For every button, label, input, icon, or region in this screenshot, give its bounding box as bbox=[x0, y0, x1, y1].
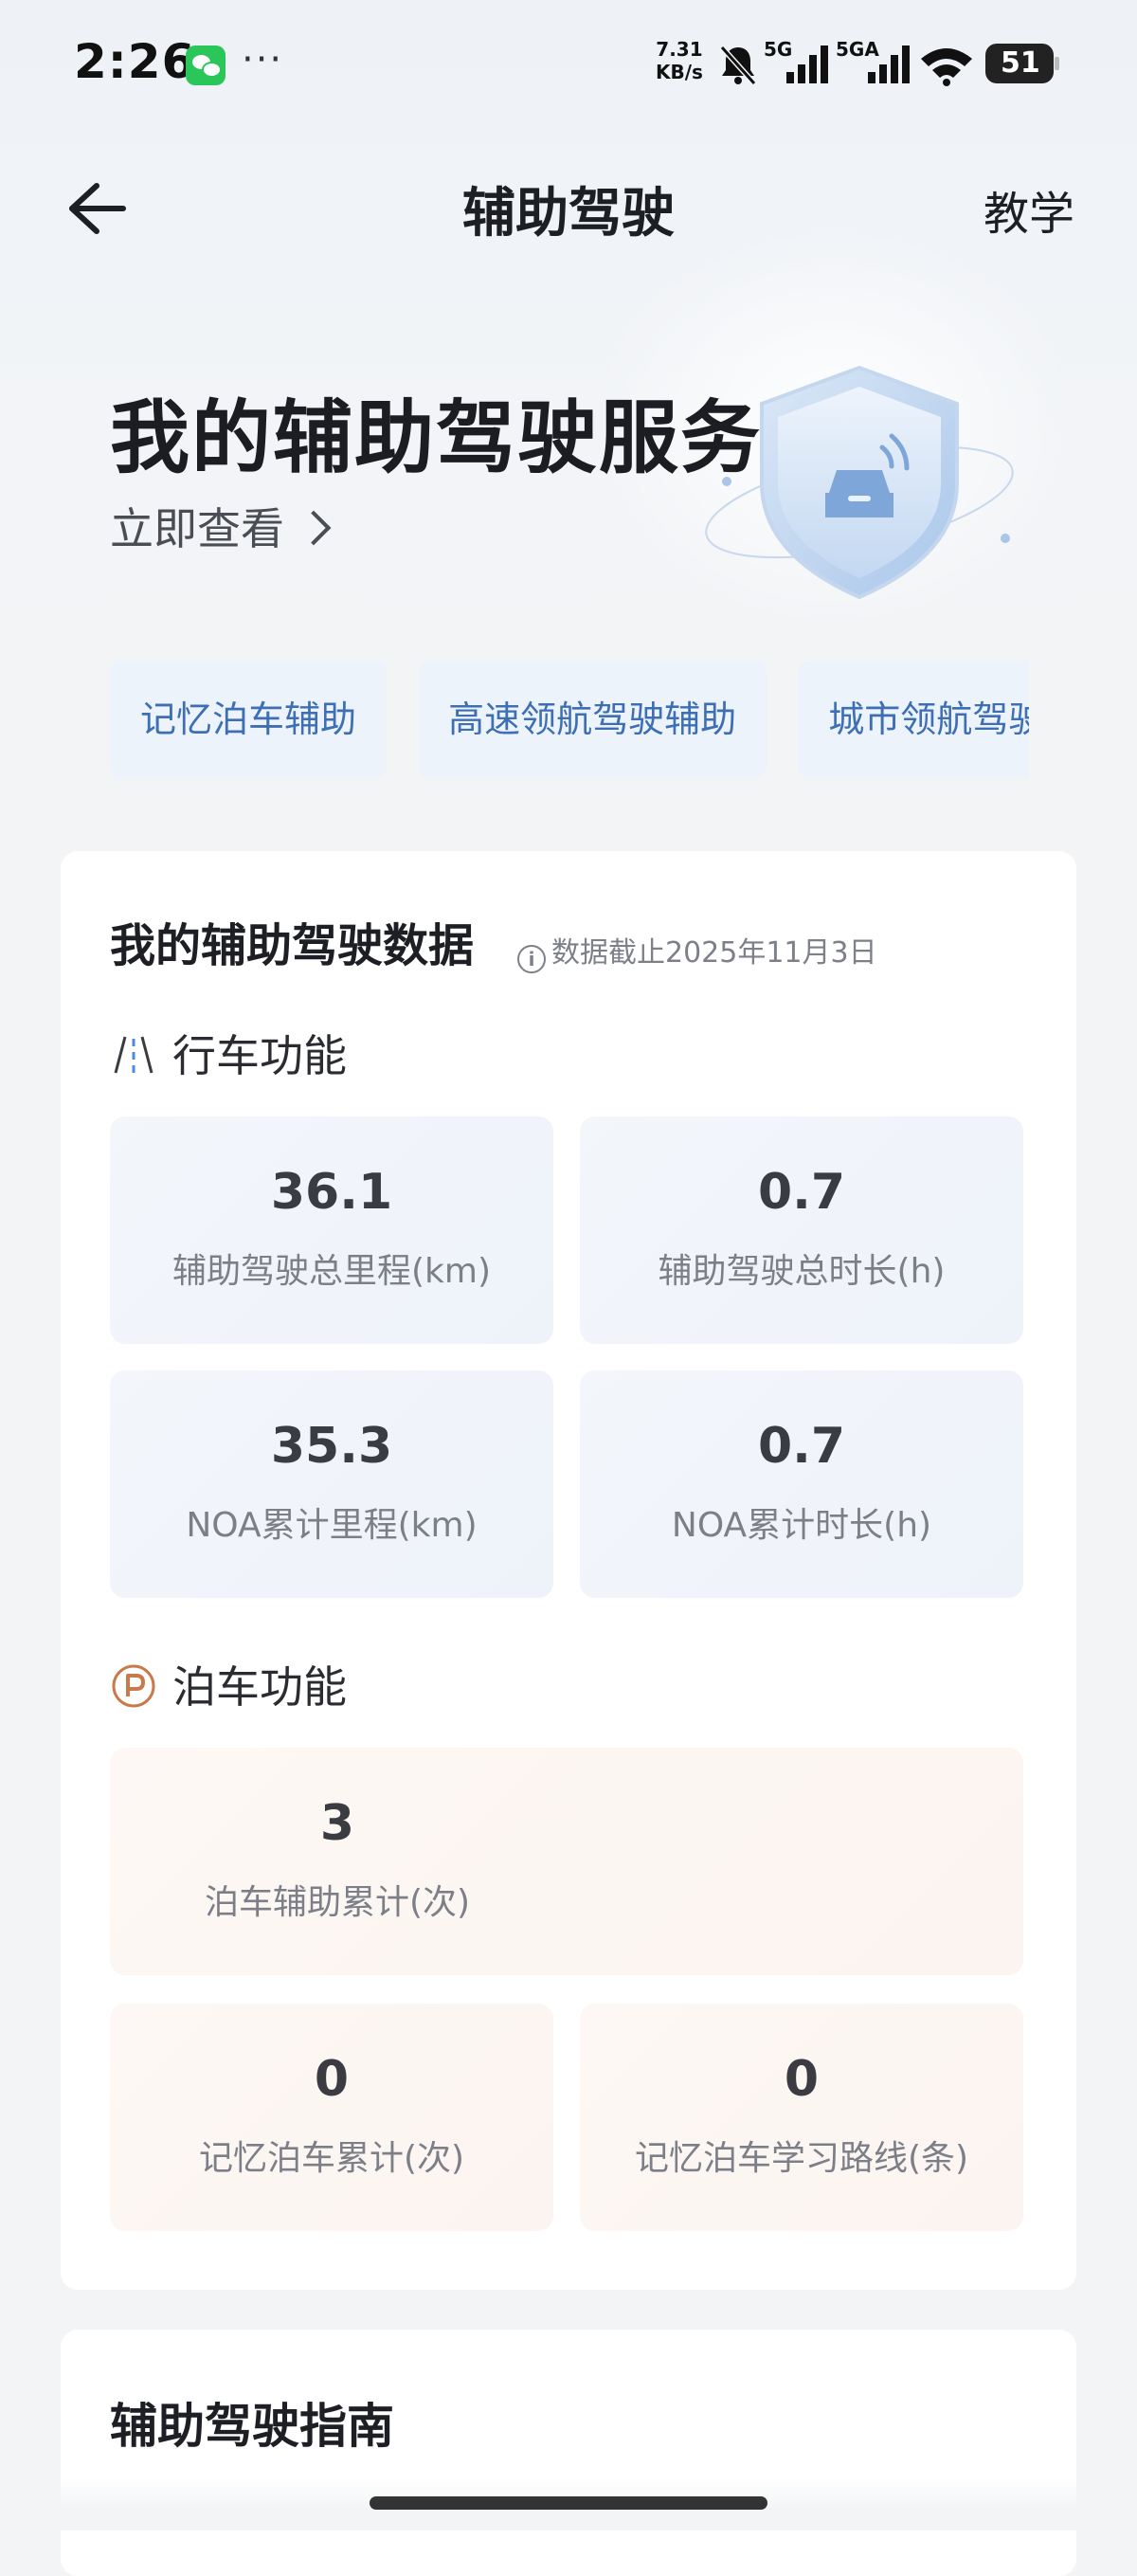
status-time: 2:26 bbox=[74, 34, 196, 89]
parking-section-label: 泊车功能 bbox=[172, 1661, 347, 1713]
stat-label: NOA累计时长(h) bbox=[671, 1506, 932, 1545]
network-speed-value: 7.31 bbox=[656, 38, 703, 61]
network-speed: 7.31 KB/s bbox=[656, 38, 703, 83]
wifi-icon bbox=[921, 48, 972, 86]
stat-memory-parking-count: 0 记忆泊车累计(次) bbox=[110, 2004, 553, 2231]
stat-noa-distance: 35.3 NOA累计里程(km) bbox=[110, 1370, 553, 1598]
stat-label: 辅助驾驶总时长(h) bbox=[658, 1252, 946, 1291]
network-speed-unit: KB/s bbox=[656, 61, 703, 83]
cell-signal-2-icon bbox=[868, 45, 910, 83]
chip-memory-parking[interactable]: 记忆泊车辅助 bbox=[110, 661, 388, 778]
data-cutoff-text: 数据截止2025年11月3日 bbox=[551, 936, 877, 970]
feature-chips: 记忆泊车辅助 高速领航驾驶辅助 城市领航驾驶辅助 bbox=[110, 661, 1029, 778]
stat-label: 记忆泊车累计(次) bbox=[198, 2139, 465, 2178]
data-cutoff-note: i 数据截止2025年11月3日 bbox=[517, 929, 877, 973]
stat-assist-total-duration: 0.7 辅助驾驶总时长(h) bbox=[580, 1116, 1023, 1344]
wechat-notification-icon bbox=[186, 45, 226, 85]
stat-label: 辅助驾驶总里程(km) bbox=[171, 1252, 491, 1291]
chip-highway-noa[interactable]: 高速领航驾驶辅助 bbox=[418, 661, 767, 778]
stat-value: 3 bbox=[319, 1795, 355, 1852]
mute-bell-icon bbox=[719, 45, 757, 86]
status-bar: 2:26 ··· 7.31 KB/s 5G 5GA 51 bbox=[0, 0, 1137, 133]
stat-value: 0.7 bbox=[757, 1418, 846, 1475]
view-now-label: 立即查看 bbox=[110, 503, 284, 554]
parking-icon bbox=[112, 1664, 155, 1708]
driving-section-header: 行车功能 bbox=[110, 1022, 347, 1084]
chevron-right-icon bbox=[296, 510, 332, 546]
stat-memory-parking-routes: 0 记忆泊车学习路线(条) bbox=[580, 2004, 1023, 2231]
stat-label: 泊车辅助累计(次) bbox=[204, 1883, 471, 1922]
stat-value: 35.3 bbox=[270, 1418, 393, 1475]
cell-signal-icon bbox=[786, 45, 828, 83]
shield-car-illustration bbox=[705, 365, 1014, 600]
stat-noa-duration: 0.7 NOA累计时长(h) bbox=[580, 1370, 1023, 1598]
driving-section-label: 行车功能 bbox=[172, 1030, 347, 1081]
stat-value: 0.7 bbox=[757, 1164, 846, 1221]
data-card-title: 我的辅助驾驶数据 bbox=[110, 919, 475, 972]
parking-section-header: 泊车功能 bbox=[110, 1653, 347, 1715]
view-now-link[interactable]: 立即查看 bbox=[110, 495, 332, 557]
stat-parking-assist-count: 3 泊车辅助累计(次) bbox=[110, 1748, 1023, 1975]
stat-value: 0 bbox=[784, 2051, 820, 2108]
stat-value: 36.1 bbox=[270, 1164, 393, 1221]
page-title: 辅助驾驶 bbox=[462, 183, 675, 245]
road-icon bbox=[114, 1036, 153, 1074]
driving-guide-card[interactable]: 辅助驾驶指南 bbox=[61, 2330, 1076, 2576]
stat-value: 0 bbox=[314, 2051, 350, 2108]
hero-title: 我的辅助驾驶服务 bbox=[110, 391, 763, 484]
tutorial-button[interactable]: 教学 bbox=[984, 176, 1074, 243]
battery-indicator: 51 bbox=[985, 44, 1059, 83]
guide-card-title: 辅助驾驶指南 bbox=[110, 2399, 394, 2454]
more-notifications-icon: ··· bbox=[242, 38, 284, 82]
stat-assist-total-distance: 36.1 辅助驾驶总里程(km) bbox=[110, 1116, 553, 1344]
stat-label: 记忆泊车学习路线(条) bbox=[634, 2139, 969, 2178]
stat-label: NOA累计里程(km) bbox=[186, 1506, 478, 1545]
driving-data-card: 我的辅助驾驶数据 i 数据截止2025年11月3日 行车功能 36.1 辅助驾驶总… bbox=[61, 851, 1076, 2290]
chip-city-noa[interactable]: 城市领航驾驶辅助 bbox=[798, 661, 1029, 778]
home-indicator[interactable] bbox=[370, 2496, 767, 2510]
info-icon: i bbox=[517, 945, 546, 973]
